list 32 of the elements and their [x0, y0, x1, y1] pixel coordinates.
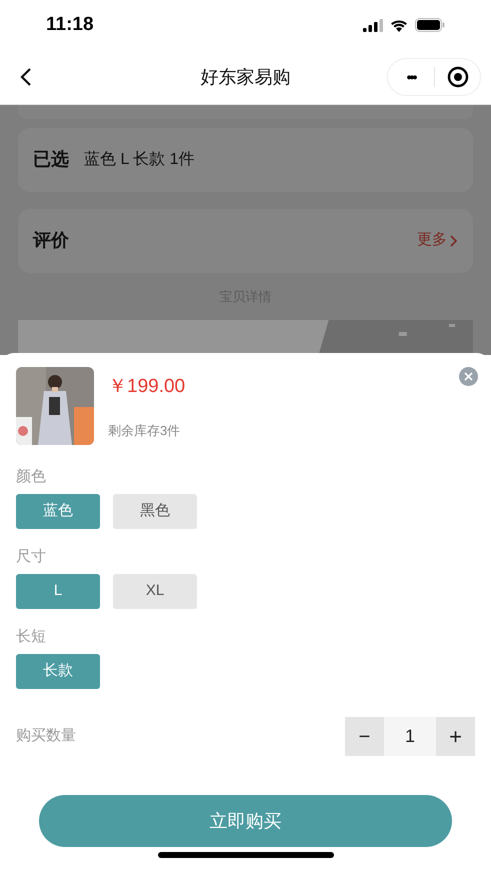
page-title: 好东家易购 — [200, 66, 290, 88]
option-button[interactable]: XL — [113, 574, 197, 609]
wifi-icon — [390, 18, 408, 32]
quantity-label: 购买数量 — [16, 726, 76, 746]
option-button[interactable]: 长款 — [16, 654, 100, 689]
stock-text: 剩余库存3件 — [108, 422, 182, 440]
option-label: 尺寸 — [16, 547, 47, 567]
minus-button[interactable]: − — [345, 717, 384, 756]
option-button[interactable]: 蓝色 — [16, 494, 100, 529]
more-link[interactable]: 更多 — [417, 229, 458, 252]
status-time: 11:18 — [46, 12, 94, 37]
close-icon — [464, 372, 473, 381]
selected-card[interactable]: 已选 蓝色 L 长款 1件 — [18, 128, 473, 192]
option-label: 长短 — [16, 627, 47, 647]
selected-value: 蓝色 L 长款 1件 — [84, 150, 195, 170]
signal-icon — [363, 18, 383, 32]
selected-label: 已选 — [33, 148, 69, 172]
option-label: 颜色 — [16, 467, 47, 487]
reviews-label: 评价 — [33, 229, 69, 252]
reviews-card[interactable]: 评价 更多 — [18, 208, 473, 273]
option-button[interactable]: 黑色 — [113, 494, 197, 529]
buy-now-button[interactable]: 立即购买 — [39, 795, 452, 847]
close-button[interactable] — [459, 367, 478, 386]
price: ￥199.00 — [108, 375, 186, 399]
back-icon — [20, 67, 32, 87]
target-icon — [446, 66, 468, 88]
quantity-value: 1 — [404, 725, 416, 748]
option-button[interactable]: L — [16, 574, 100, 609]
chevron-icon — [450, 234, 458, 247]
battery-icon — [415, 18, 445, 32]
more-button[interactable]: ••• — [388, 70, 434, 84]
plus-button[interactable]: + — [436, 717, 475, 756]
